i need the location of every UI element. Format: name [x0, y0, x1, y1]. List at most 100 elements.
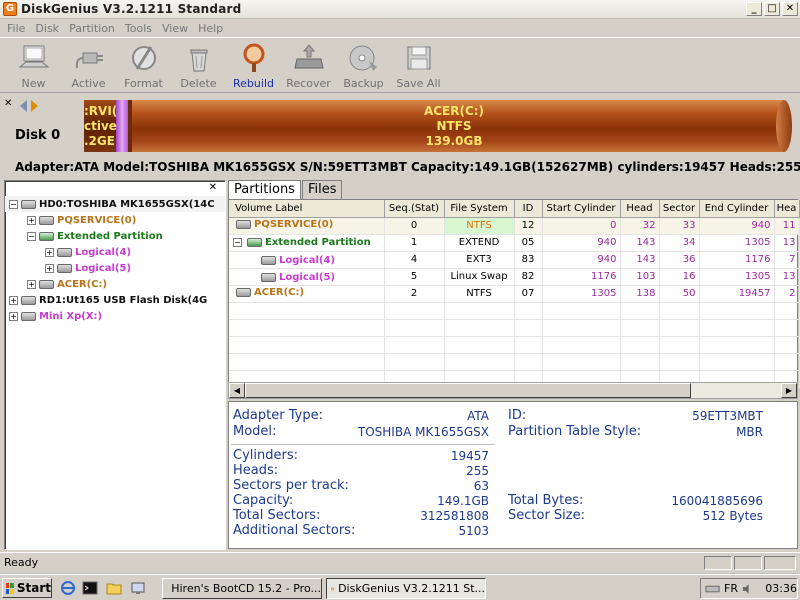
partition2-line2: NTFS	[436, 119, 472, 133]
column-header[interactable]: Hea	[774, 200, 800, 218]
partition1-line1: :RVI(	[84, 104, 118, 118]
new-button[interactable]: New	[6, 38, 61, 92]
taskbar-button-label: Hiren's BootCD 15.2 - Pro...	[171, 582, 321, 595]
sectors-per-track-label: Sectors per track:	[233, 478, 349, 493]
scroll-left-icon[interactable]: ◀	[229, 383, 245, 398]
column-header[interactable]: File System	[444, 200, 515, 218]
cell-sector: 34	[659, 234, 700, 252]
active-button[interactable]: Active	[61, 38, 116, 92]
volume-icon[interactable]	[742, 583, 753, 595]
disk-tree: − HD0:TOSHIBA MK1655GSX(14C + PQSERVICE(0) −…	[5, 196, 225, 324]
menu-partition[interactable]: Partition	[64, 22, 120, 35]
delete-button[interactable]: Delete	[171, 38, 226, 92]
taskbar-button-hirens[interactable]: Hiren's BootCD 15.2 - Pro...	[162, 578, 322, 599]
cell-id: 83	[514, 251, 543, 269]
column-header[interactable]: Sector	[659, 200, 700, 218]
partition-block-acer[interactable]: ACER(C:) NTFS 139.0GB	[394, 104, 514, 149]
tree-item[interactable]: + Logical(5)	[5, 260, 225, 276]
tab-bar: Partitions Files	[228, 180, 343, 199]
cell-start-cyl: 1176	[542, 268, 621, 286]
backup-button[interactable]: Backup	[336, 38, 391, 92]
desktop-icon[interactable]	[130, 580, 146, 596]
tree-item[interactable]: + ACER(C:)	[5, 276, 225, 292]
title-bar[interactable]: G DiskGenius V3.2.1211 Standard _ □ ✕	[0, 0, 800, 19]
additional-sectors-label: Additional Sectors:	[233, 523, 356, 538]
collapse-icon[interactable]: −	[233, 238, 242, 247]
disk-icon	[21, 295, 36, 305]
volume-label: Logical(4)	[279, 255, 336, 267]
table-row[interactable]: Logical(4) 4 EXT3 83 940 143 36 1176 7	[229, 251, 800, 269]
menu-help[interactable]: Help	[193, 22, 228, 35]
id-value: 59ETT3MBT	[692, 409, 763, 423]
network-icon[interactable]	[705, 583, 720, 595]
expand-icon[interactable]: +	[27, 215, 36, 225]
tree-item[interactable]: + Mini Xp(X:)	[5, 308, 225, 324]
collapse-icon[interactable]: −	[9, 199, 18, 209]
expand-icon[interactable]: +	[27, 279, 36, 289]
partition-icon	[261, 273, 276, 283]
scroll-right-icon[interactable]: ▶	[781, 383, 797, 398]
language-indicator[interactable]: FR	[724, 582, 738, 595]
close-icon[interactable]: ✕	[209, 182, 217, 193]
close-button[interactable]: ✕	[782, 2, 798, 16]
menu-file[interactable]: File	[2, 22, 30, 35]
rebuild-button[interactable]: Rebuild	[226, 38, 281, 92]
format-button[interactable]: Format	[116, 38, 171, 92]
horizontal-scrollbar[interactable]: ◀ ▶	[228, 382, 798, 399]
cylinders-label: Cylinders:	[233, 448, 298, 463]
menu-tools[interactable]: Tools	[120, 22, 157, 35]
expand-icon[interactable]: +	[45, 247, 54, 257]
table-row[interactable]: Logical(5) 5 Linux Swap 82 1176 103 16 1305 13	[229, 268, 800, 286]
tree-item[interactable]: − Extended Partition	[5, 228, 225, 244]
start-button[interactable]: Start	[2, 578, 52, 598]
column-header[interactable]: Volume Label	[229, 200, 385, 218]
cell-start-cyl: 1305	[542, 285, 621, 303]
tree-item[interactable]: + PQSERVICE(0)	[5, 212, 225, 228]
plug-icon	[75, 52, 103, 69]
cell-seq: 2	[384, 285, 445, 303]
tree-item[interactable]: + RD1:Ut165 USB Flash Disk(4G	[5, 292, 225, 308]
collapse-icon[interactable]: −	[27, 231, 36, 241]
table-row[interactable]: PQSERVICE(0) 0 NTFS 12 0 32 33 940 11	[229, 217, 800, 235]
disk-partition-map[interactable]: :RVI( ctive .2GE ACER(C:) NTFS 139.0GB	[84, 100, 792, 152]
tab-partitions[interactable]: Partitions	[228, 180, 301, 199]
save-all-button[interactable]: Save All	[391, 38, 446, 92]
magnifier-icon	[243, 43, 264, 72]
expand-icon[interactable]: +	[9, 311, 18, 321]
delete-label: Delete	[180, 77, 217, 90]
internet-explorer-icon[interactable]	[60, 580, 76, 596]
previous-disk-icon[interactable]	[20, 100, 27, 112]
folder-icon[interactable]	[106, 580, 122, 596]
column-header[interactable]: ID	[514, 200, 543, 218]
heads-value: 255	[466, 464, 489, 478]
empty-row	[229, 319, 800, 337]
minimize-button[interactable]: _	[746, 2, 762, 16]
close-icon[interactable]: ✕	[4, 98, 12, 109]
cell-sector: 50	[659, 285, 700, 303]
table-row[interactable]: − Extended Partition 1 EXTEND 05 940 143 34 1305…	[229, 234, 800, 252]
column-header[interactable]: Start Cylinder	[542, 200, 621, 218]
tree-item[interactable]: + Logical(4)	[5, 244, 225, 260]
column-header[interactable]: Head	[620, 200, 660, 218]
disk-icon	[39, 215, 54, 225]
active-label: Active	[71, 77, 106, 90]
column-header[interactable]: End Cylinder	[699, 200, 775, 218]
format-label: Format	[124, 77, 163, 90]
taskbar-button-diskgenius[interactable]: G DiskGenius V3.2.1211 St...	[326, 578, 486, 599]
cell-id: 82	[514, 268, 543, 286]
partition-table-style-value: MBR	[736, 425, 763, 439]
recover-button[interactable]: Recover	[281, 38, 336, 92]
scrollbar-thumb[interactable]	[245, 383, 691, 398]
cell-sector: 33	[659, 217, 700, 235]
tab-files[interactable]: Files	[301, 180, 343, 199]
maximize-button[interactable]: □	[764, 2, 780, 16]
column-header[interactable]: Seq.(Stat)	[384, 200, 445, 218]
menu-disk[interactable]: Disk	[30, 22, 64, 35]
table-row[interactable]: ACER(C:) 2 NTFS 07 1305 138 50 19457 2	[229, 285, 800, 303]
tree-item[interactable]: − HD0:TOSHIBA MK1655GSX(14C	[5, 196, 225, 212]
menu-view[interactable]: View	[157, 22, 193, 35]
expand-icon[interactable]: +	[9, 295, 18, 305]
expand-icon[interactable]: +	[45, 263, 54, 273]
next-disk-icon[interactable]	[31, 100, 38, 112]
command-prompt-icon[interactable]	[82, 580, 98, 596]
